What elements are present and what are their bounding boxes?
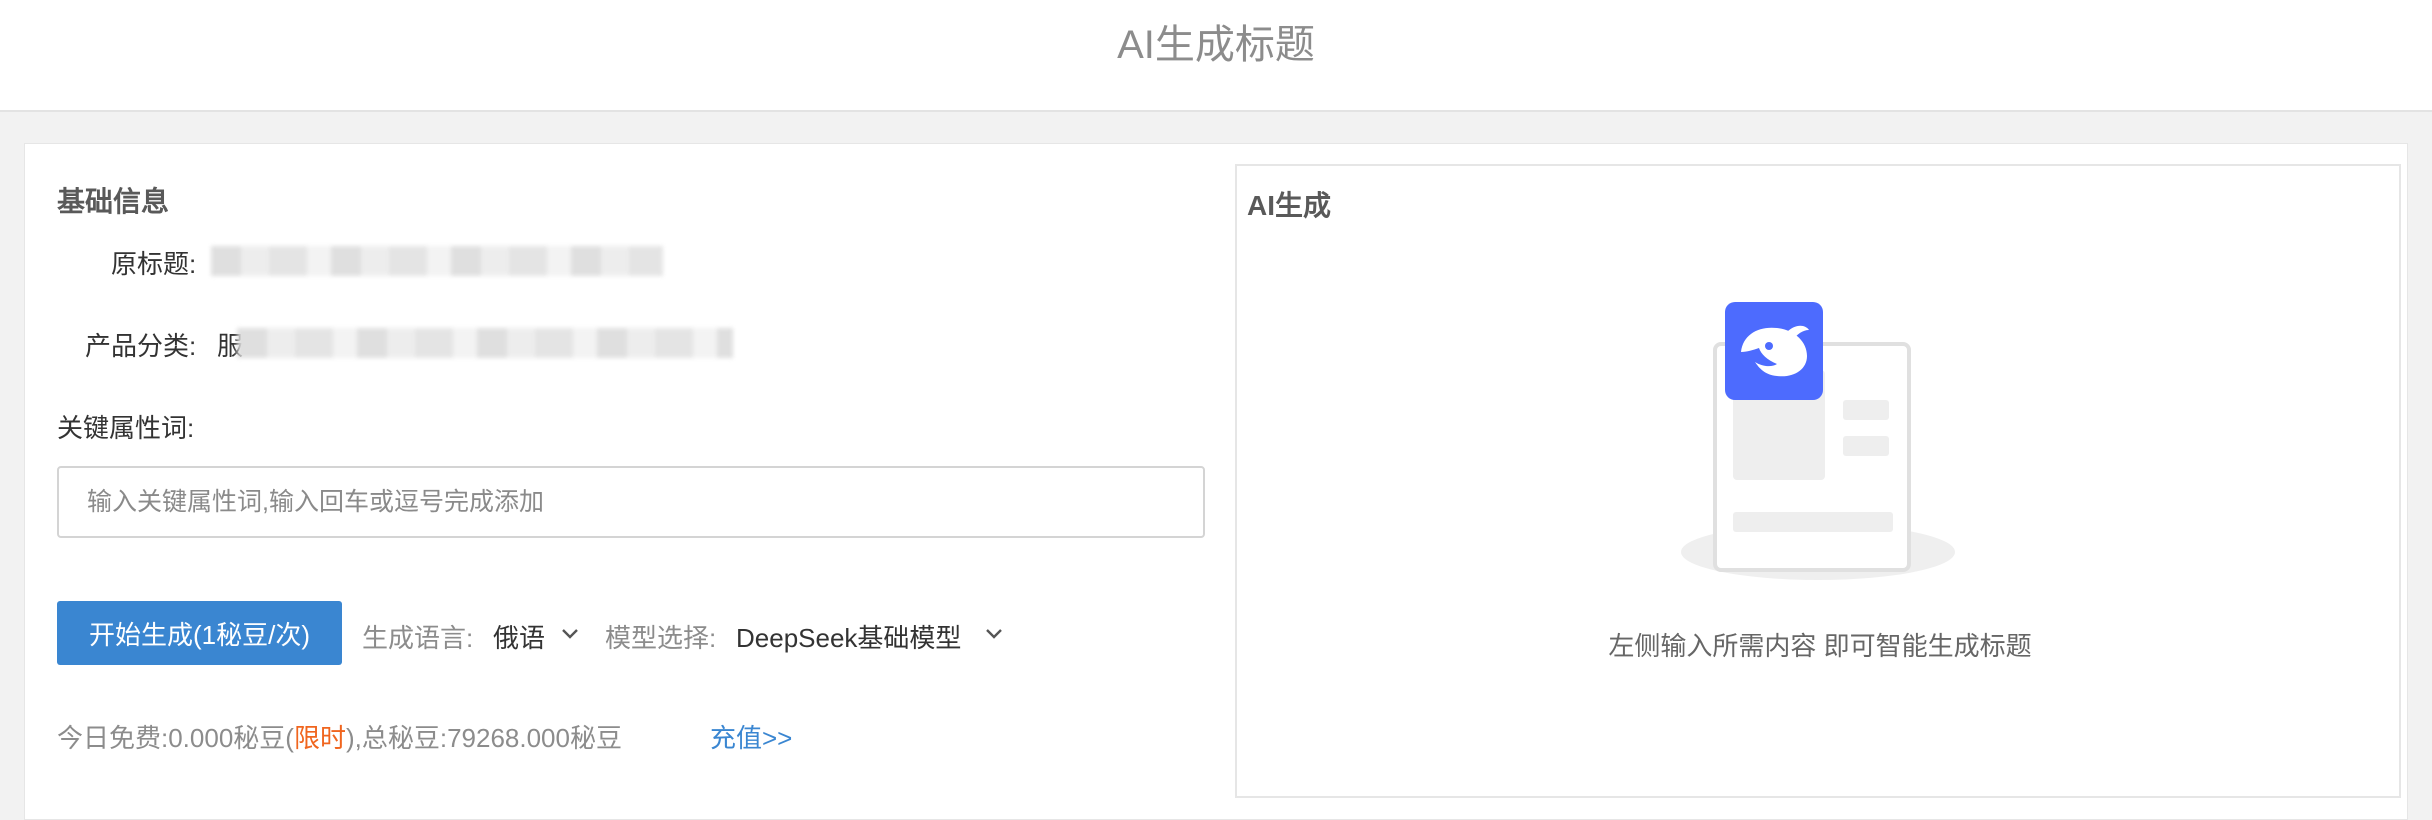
category-label: 产品分类:	[85, 331, 197, 361]
recharge-link[interactable]: 充值>>	[710, 718, 792, 755]
keywords-label: 关键属性词:	[57, 413, 195, 443]
category-value-redacted	[237, 328, 733, 358]
original-title-value-redacted	[211, 246, 663, 276]
deepseek-whale-icon	[1725, 302, 1823, 400]
balance-free-today: 今日免费:0.000秘豆(	[57, 723, 294, 753]
model-chevron-down-icon[interactable]	[983, 622, 1005, 644]
ai-generate-panel: AI生成 左侧输入所需内容 即可智能生成标题	[1235, 164, 2401, 798]
balance-info: 今日免费:0.000秘豆(限时),总秘豆:79268.000秘豆	[57, 718, 622, 755]
original-title-label: 原标题:	[111, 249, 197, 279]
model-select[interactable]: DeepSeek基础模型	[736, 618, 961, 655]
page-header: AI生成标题	[0, 0, 2432, 112]
model-label: 模型选择:	[605, 623, 717, 653]
page-title: AI生成标题	[1117, 23, 1315, 67]
language-label: 生成语言:	[362, 623, 474, 653]
start-generate-button[interactable]: 开始生成(1秘豆/次)	[57, 601, 342, 665]
main-card: 基础信息 原标题: 产品分类: 服 关键属性词: 开始生成(1秘豆/次) 生成语…	[24, 143, 2408, 820]
balance-total: ),总秘豆:79268.000秘豆	[345, 723, 622, 753]
basic-info-title: 基础信息	[57, 186, 170, 217]
empty-state-hint: 左侧输入所需内容 即可智能生成标题	[1608, 631, 2032, 661]
language-chevron-down-icon[interactable]	[559, 622, 581, 644]
language-select[interactable]: 俄语	[493, 618, 545, 655]
ai-panel-title: AI生成	[1247, 190, 1332, 221]
keywords-input[interactable]	[57, 466, 1205, 538]
limited-time-badge: 限时	[293, 723, 346, 753]
